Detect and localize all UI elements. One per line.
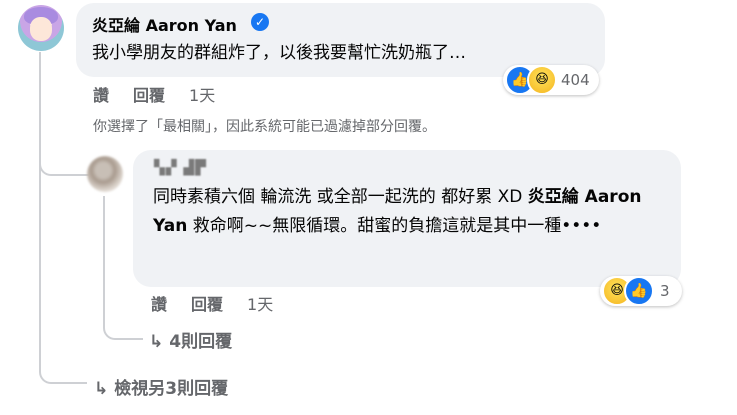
comment-text-part: 同時素積六個 輪流洗 或全部一起洗的 都好累 XD [153, 187, 528, 207]
comment-author[interactable]: 炎亞綸 Aaron Yan [92, 12, 237, 36]
avatar[interactable] [87, 156, 123, 192]
avatar[interactable] [18, 5, 64, 51]
comment-text: 同時素積六個 輪流洗 或全部一起洗的 都好累 XD 炎亞綸 Aaron Yan … [153, 183, 661, 241]
reply-arrow-icon: ↳ [94, 379, 109, 399]
thumbs-up-icon: 👍 [624, 276, 654, 306]
reaction-summary[interactable]: 😆 👍 3 [600, 276, 682, 306]
comment-text-part: 救命啊~~無限循環。甜蜜的負擔這就是其中一種•••• [187, 216, 602, 236]
reply-button[interactable]: 回覆 [191, 295, 223, 314]
comment-actions: 讚 回覆 1天 [93, 82, 239, 106]
reaction-summary[interactable]: 👍 😆 404 [503, 65, 599, 95]
view-more-replies-link[interactable]: ↳ 檢視另3則回覆 [94, 374, 228, 399]
thread-connector [39, 150, 89, 176]
reply-arrow-icon: ↳ [149, 332, 164, 352]
view-more-label: 檢視另3則回覆 [114, 379, 229, 399]
reaction-count: 404 [561, 71, 590, 89]
haha-icon: 😆 [527, 65, 557, 95]
like-button[interactable]: 讚 [151, 295, 167, 314]
filter-notice: 你選擇了「最相關」，因此系統可能已過濾掉部分回覆。 [93, 119, 436, 135]
thread-connector-more [39, 360, 87, 384]
like-button[interactable]: 讚 [93, 86, 109, 105]
reaction-count: 3 [660, 282, 670, 300]
view-replies-label: 4則回覆 [169, 332, 233, 352]
nested-thread-connector [103, 310, 143, 340]
reply-button[interactable]: 回覆 [133, 86, 165, 105]
timestamp[interactable]: 1天 [189, 86, 215, 105]
thread-line [39, 52, 41, 372]
comment-actions: 讚 回覆 1天 [151, 291, 297, 315]
comment-text: 我小學朋友的群組炸了，以後我要幫忙洗奶瓶了… [92, 43, 466, 63]
comment-author[interactable]: ▚▞ ▟▛ [154, 160, 207, 176]
view-replies-link[interactable]: ↳ 4則回覆 [149, 327, 232, 352]
nested-thread-line [103, 196, 105, 314]
verified-badge-icon: ✓ [251, 13, 269, 31]
timestamp[interactable]: 1天 [247, 295, 273, 314]
